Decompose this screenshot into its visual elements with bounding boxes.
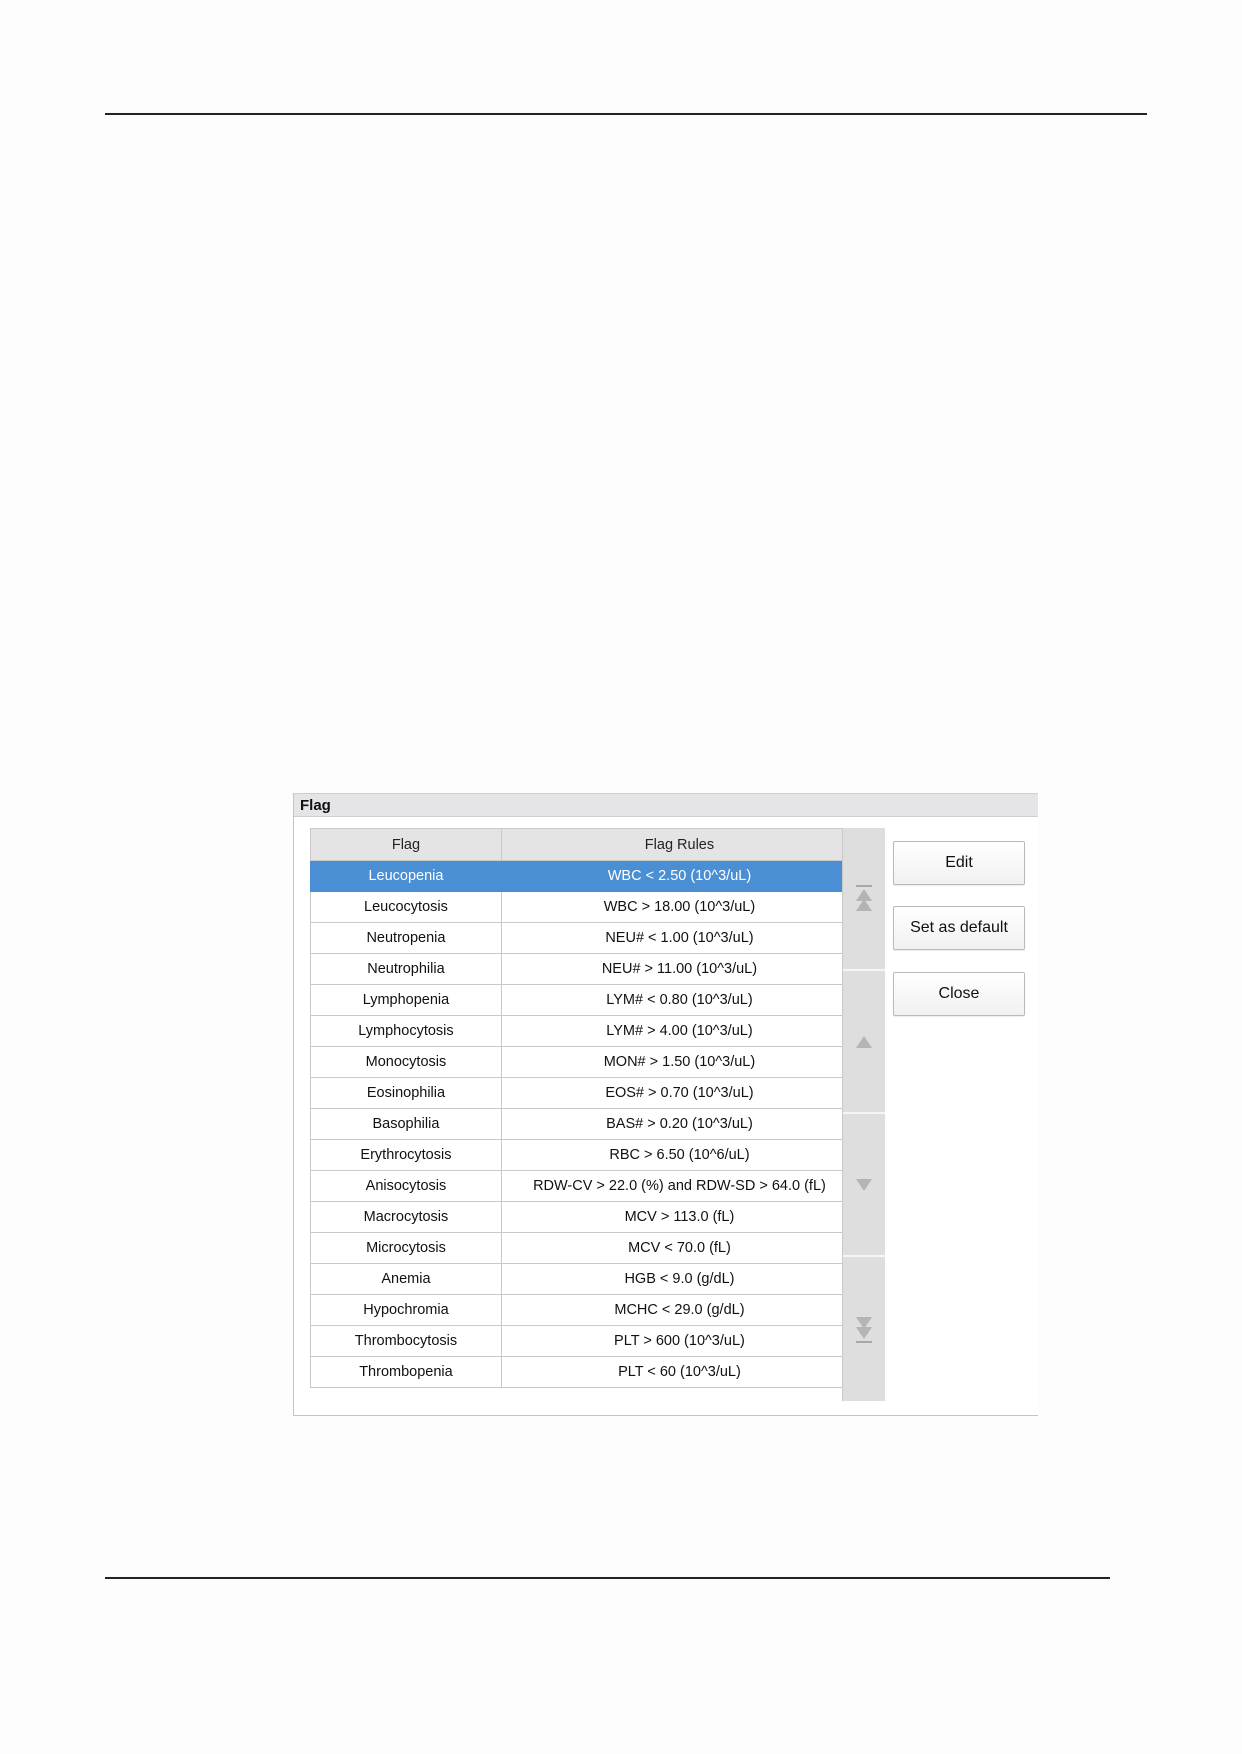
flag-rule-cell: MCHC < 29.0 (g/dL) — [500, 1294, 859, 1326]
table-body: Leucopenia WBC < 2.50 (10^3/uL) Leucocytos… — [310, 860, 859, 1388]
flag-rule-cell: WBC < 2.50 (10^3/uL) — [500, 860, 859, 892]
table-row[interactable]: Thrombopenia PLT < 60 (10^3/uL) — [310, 1356, 859, 1388]
scroll-to-top-icon — [856, 884, 872, 911]
flag-rule-cell: BAS# > 0.20 (10^3/uL) — [500, 1108, 859, 1140]
table-row[interactable]: Microcytosis MCV < 70.0 (fL) — [310, 1232, 859, 1264]
flag-name-cell: Macrocytosis — [310, 1201, 502, 1233]
scroll-to-bottom-button[interactable] — [843, 1257, 885, 1401]
flag-rule-cell: MCV < 70.0 (fL) — [500, 1232, 859, 1264]
flag-name-cell: Lymphocytosis — [310, 1015, 502, 1047]
table-row[interactable]: Lymphocytosis LYM# > 4.00 (10^3/uL) — [310, 1015, 859, 1047]
flag-name-cell: Eosinophilia — [310, 1077, 502, 1109]
dialog-title: Flag — [300, 797, 331, 814]
table-header-row: Flag Flag Rules — [310, 828, 859, 861]
scroll-to-top-button[interactable] — [843, 828, 885, 971]
scroll-up-icon — [856, 1035, 872, 1048]
flag-rule-cell: PLT < 60 (10^3/uL) — [500, 1356, 859, 1388]
scroll-down-icon — [856, 1178, 872, 1191]
scroll-up-button[interactable] — [843, 971, 885, 1114]
column-header-flag-rules[interactable]: Flag Rules — [500, 828, 859, 861]
flag-name-cell: Microcytosis — [310, 1232, 502, 1264]
set-as-default-button[interactable]: Set as default — [893, 906, 1025, 950]
table-row[interactable]: Basophilia BAS# > 0.20 (10^3/uL) — [310, 1108, 859, 1140]
flag-rule-cell: WBC > 18.00 (10^3/uL) — [500, 891, 859, 923]
table-row[interactable]: Leucocytosis WBC > 18.00 (10^3/uL) — [310, 891, 859, 923]
flag-rule-cell: NEU# < 1.00 (10^3/uL) — [500, 922, 859, 954]
flag-name-cell: Neutropenia — [310, 922, 502, 954]
flag-rule-cell: EOS# > 0.70 (10^3/uL) — [500, 1077, 859, 1109]
table-row[interactable]: Macrocytosis MCV > 113.0 (fL) — [310, 1201, 859, 1233]
flag-name-cell: Leucocytosis — [310, 891, 502, 923]
scroll-down-button[interactable] — [843, 1114, 885, 1257]
flag-name-cell: Anisocytosis — [310, 1170, 502, 1202]
flag-name-cell: Monocytosis — [310, 1046, 502, 1078]
flag-rule-cell: MON# > 1.50 (10^3/uL) — [500, 1046, 859, 1078]
page-header-rule — [105, 113, 1147, 115]
table-row[interactable]: Leucopenia WBC < 2.50 (10^3/uL) — [310, 860, 859, 892]
table-row[interactable]: Lymphopenia LYM# < 0.80 (10^3/uL) — [310, 984, 859, 1016]
table-row[interactable]: Anemia HGB < 9.0 (g/dL) — [310, 1263, 859, 1295]
table-row[interactable]: Eosinophilia EOS# > 0.70 (10^3/uL) — [310, 1077, 859, 1109]
scroll-to-bottom-icon — [856, 1317, 872, 1343]
table-scrollbar — [842, 828, 885, 1401]
flag-name-cell: Thrombopenia — [310, 1356, 502, 1388]
edit-button[interactable]: Edit — [893, 841, 1025, 885]
flag-name-cell: Lymphopenia — [310, 984, 502, 1016]
table-row[interactable]: Thrombocytosis PLT > 600 (10^3/uL) — [310, 1325, 859, 1357]
page-footer-rule — [105, 1577, 1110, 1579]
table-row[interactable]: Neutropenia NEU# < 1.00 (10^3/uL) — [310, 922, 859, 954]
flag-rule-cell: HGB < 9.0 (g/dL) — [500, 1263, 859, 1295]
flag-name-cell: Hypochromia — [310, 1294, 502, 1326]
table-row[interactable]: Neutrophilia NEU# > 11.00 (10^3/uL) — [310, 953, 859, 985]
flag-dialog: Flag Flag Flag Rules Leucopenia WBC < 2.5… — [293, 793, 1038, 1416]
table-row[interactable]: Erythrocytosis RBC > 6.50 (10^6/uL) — [310, 1139, 859, 1171]
flag-rules-table: Flag Flag Rules Leucopenia WBC < 2.50 (10… — [310, 828, 859, 1388]
flag-name-cell: Thrombocytosis — [310, 1325, 502, 1357]
flag-rule-cell: LYM# < 0.80 (10^3/uL) — [500, 984, 859, 1016]
flag-rule-cell: NEU# > 11.00 (10^3/uL) — [500, 953, 859, 985]
flag-rule-cell: MCV > 113.0 (fL) — [500, 1201, 859, 1233]
flag-name-cell: Basophilia — [310, 1108, 502, 1140]
table-row[interactable]: Monocytosis MON# > 1.50 (10^3/uL) — [310, 1046, 859, 1078]
flag-rule-cell: RBC > 6.50 (10^6/uL) — [500, 1139, 859, 1171]
table-row[interactable]: Anisocytosis RDW-CV > 22.0 (%) and RDW-SD… — [310, 1170, 859, 1202]
column-header-flag[interactable]: Flag — [310, 828, 502, 861]
table-row[interactable]: Hypochromia MCHC < 29.0 (g/dL) — [310, 1294, 859, 1326]
flag-rule-cell: PLT > 600 (10^3/uL) — [500, 1325, 859, 1357]
flag-name-cell: Anemia — [310, 1263, 502, 1295]
flag-rule-cell: RDW-CV > 22.0 (%) and RDW-SD > 64.0 (fL) — [500, 1170, 859, 1202]
dialog-titlebar: Flag — [294, 793, 1038, 817]
flag-name-cell: Neutrophilia — [310, 953, 502, 985]
flag-name-cell: Leucopenia — [310, 860, 502, 892]
flag-rule-cell: LYM# > 4.00 (10^3/uL) — [500, 1015, 859, 1047]
close-button[interactable]: Close — [893, 972, 1025, 1016]
flag-name-cell: Erythrocytosis — [310, 1139, 502, 1171]
